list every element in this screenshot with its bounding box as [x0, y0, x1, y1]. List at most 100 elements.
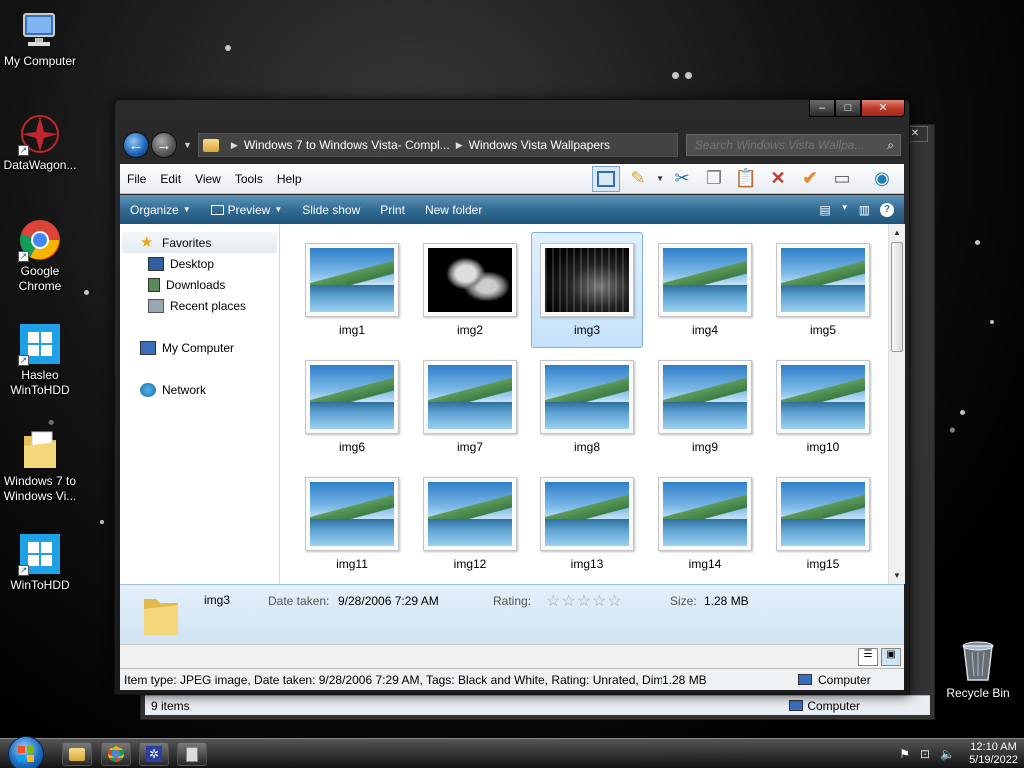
menu-view[interactable]: View: [188, 172, 228, 186]
folder-options-icon[interactable]: ✎: [624, 166, 652, 192]
desktop-icon-my-computer[interactable]: My Computer: [0, 8, 80, 69]
thumbnail-frame: [305, 360, 399, 434]
desktop-icon-datawagon[interactable]: ↗ DataWagon...: [0, 112, 80, 173]
chevron-down-icon[interactable]: ▼: [656, 174, 664, 183]
taskbar-explorer-button[interactable]: [62, 742, 92, 766]
file-thumbnail[interactable]: img8: [531, 350, 643, 466]
nav-favorites[interactable]: ★ Favorites: [122, 232, 277, 253]
vertical-scrollbar[interactable]: ▲ ▼: [888, 224, 905, 584]
maximize-button[interactable]: □: [835, 99, 861, 117]
file-thumbnail[interactable]: img10: [767, 350, 879, 466]
nav-my-computer[interactable]: My Computer: [120, 337, 279, 358]
paste-icon[interactable]: 📋: [732, 166, 760, 192]
file-thumbnail[interactable]: img3: [531, 232, 643, 348]
explorer-window[interactable]: – □ ✕ ← → ▼ ▶ Windows 7 to Windows Vista…: [114, 99, 910, 695]
forward-button[interactable]: →: [151, 132, 177, 158]
file-thumbnail[interactable]: img2: [414, 233, 526, 349]
taskbar-document-button[interactable]: [177, 742, 207, 766]
organize-button[interactable]: Organize ▼: [120, 203, 201, 217]
minimize-button[interactable]: –: [809, 99, 835, 117]
file-thumbnail[interactable]: img5: [767, 233, 879, 349]
command-bar: Organize ▼ Preview ▼ Slide show Print New …: [120, 195, 904, 224]
folder-icon: [202, 138, 219, 152]
nav-desktop[interactable]: Desktop: [120, 253, 279, 274]
search-box[interactable]: ⌕: [685, 134, 901, 156]
print-button[interactable]: Print: [370, 203, 415, 217]
file-thumbnail[interactable]: img4: [649, 233, 761, 349]
nav-downloads-label: Downloads: [166, 277, 226, 292]
file-thumbnail[interactable]: img12: [414, 467, 526, 583]
details-view-icon[interactable]: ☰: [858, 648, 878, 666]
checkmark-icon[interactable]: ✔: [796, 166, 824, 192]
file-thumbnail[interactable]: img1: [296, 233, 408, 349]
thumbnail-frame: [776, 360, 870, 434]
menu-help[interactable]: Help: [270, 172, 309, 186]
menu-file[interactable]: File: [120, 172, 153, 186]
file-thumbnail[interactable]: img7: [414, 350, 526, 466]
thumbnail-image: [310, 482, 394, 546]
breadcrumb-separator[interactable]: ▶: [231, 140, 238, 151]
breadcrumb-item[interactable]: Windows Vista Wallpapers: [469, 138, 610, 152]
wallpaper-light: [84, 290, 89, 295]
windows-logo-icon: ↗: [18, 322, 62, 366]
properties-icon[interactable]: ▭: [828, 166, 856, 192]
desktop-icon-wintohdd[interactable]: ↗ WinToHDD: [0, 532, 80, 593]
desktop-icon-recycle-bin[interactable]: Recycle Bin: [936, 638, 1020, 700]
views-icon[interactable]: ▤: [819, 203, 830, 217]
close-button[interactable]: ✕: [861, 99, 905, 117]
file-thumbnail[interactable]: img15: [767, 467, 879, 583]
layout-icon[interactable]: ▥: [859, 203, 870, 217]
desktop-icon-google-chrome[interactable]: ↗ Google Chrome: [0, 218, 80, 294]
file-thumbnail[interactable]: img9: [649, 350, 761, 466]
scroll-thumb[interactable]: [891, 242, 903, 352]
nav-computer-label: My Computer: [162, 340, 235, 355]
recent-pages-dropdown[interactable]: ▼: [183, 140, 192, 150]
menu-tools[interactable]: Tools: [228, 172, 270, 186]
file-thumbnail[interactable]: img6: [296, 350, 408, 466]
new-folder-button[interactable]: New folder: [415, 203, 492, 217]
taskbar-app-button[interactable]: ✲: [139, 742, 169, 766]
scroll-up-icon[interactable]: ▲: [889, 224, 905, 241]
action-center-icon[interactable]: ⚑: [899, 747, 910, 761]
downloads-icon: [148, 277, 160, 292]
network-tray-icon[interactable]: ⊡: [920, 747, 930, 761]
address-bar[interactable]: ▶ Windows 7 to Windows Vista- Compl... ▶…: [197, 133, 678, 157]
search-input[interactable]: [694, 138, 865, 152]
preview-pane-icon[interactable]: [592, 165, 621, 192]
file-list[interactable]: img1 img2 img3 img4 img5 img6 img7 img8 img9 img1…: [280, 224, 888, 584]
delete-icon[interactable]: ✕: [764, 166, 792, 192]
preview-button[interactable]: Preview ▼: [201, 203, 293, 217]
rating-stars[interactable]: ☆☆☆☆☆: [546, 591, 623, 611]
volume-muted-icon[interactable]: 🔈: [940, 747, 955, 761]
scroll-down-icon[interactable]: ▼: [889, 567, 905, 584]
breadcrumb-separator[interactable]: ▶: [456, 140, 463, 151]
nav-downloads[interactable]: Downloads: [120, 274, 279, 295]
computer-icon: [798, 674, 812, 685]
chevron-down-icon[interactable]: ▼: [841, 203, 849, 217]
desktop-icon-windows7-to-vista[interactable]: Windows 7 to Windows Vi...: [0, 428, 80, 504]
start-button[interactable]: [8, 736, 44, 768]
desktop-icon-hasleo-wintohdd[interactable]: ↗ Hasleo WinToHDD: [0, 322, 80, 398]
nav-recent-places[interactable]: Recent places: [120, 295, 279, 316]
thumbnail-view-icon[interactable]: ▣: [881, 648, 901, 666]
menu-edit[interactable]: Edit: [153, 172, 188, 186]
clock[interactable]: 12:10 AM 5/19/2022: [969, 741, 1018, 767]
globe-icon[interactable]: ◉: [868, 166, 896, 192]
slideshow-button[interactable]: Slide show: [292, 203, 370, 217]
taskbar-chrome-button[interactable]: [101, 742, 131, 766]
file-thumbnail[interactable]: img11: [296, 467, 408, 583]
search-icon[interactable]: ⌕: [887, 138, 894, 153]
file-thumbnail[interactable]: img14: [649, 467, 761, 583]
breadcrumb-item[interactable]: Windows 7 to Windows Vista- Compl...: [244, 138, 450, 152]
chrome-icon: ↗: [18, 218, 62, 262]
back-button[interactable]: ←: [123, 132, 149, 158]
file-thumbnail[interactable]: img13: [531, 467, 643, 583]
desktop-icon-label: Windows 7 to Windows Vi...: [3, 474, 77, 503]
details-date-label: Date taken:: [268, 594, 330, 608]
copy-icon[interactable]: ❐: [700, 166, 728, 192]
nav-network[interactable]: Network: [120, 379, 279, 400]
help-icon[interactable]: ?: [880, 202, 894, 217]
recycle-bin-label: Recycle Bin: [946, 686, 1010, 700]
thumbnail-frame: [305, 243, 399, 317]
cut-icon[interactable]: ✂: [668, 166, 696, 192]
